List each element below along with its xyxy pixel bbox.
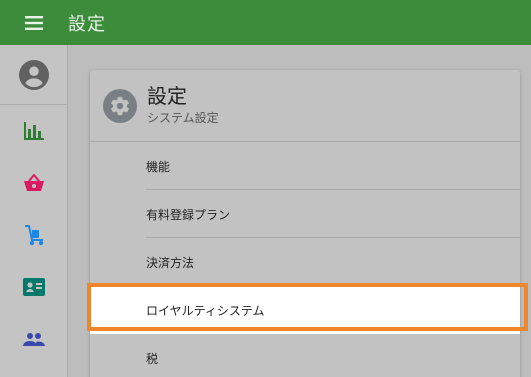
app-bar: 設定 bbox=[0, 0, 531, 45]
settings-item-label: ロイヤルティシステム bbox=[146, 303, 265, 318]
gear-avatar bbox=[103, 88, 137, 123]
app-title: 設定 bbox=[68, 13, 106, 35]
settings-card: 設定 システム設定 機能 有料登録プラン 決済方法 ロイヤルティシステム 税 bbox=[90, 70, 520, 377]
settings-item-loyalty-system[interactable]: ロイヤルティシステム bbox=[90, 286, 520, 334]
settings-item-label: 有料登録プラン bbox=[146, 207, 231, 222]
hand-truck-icon bbox=[24, 225, 43, 246]
menu-icon bbox=[25, 15, 43, 30]
sidebar-item-account[interactable] bbox=[0, 45, 67, 105]
basket-icon bbox=[23, 174, 44, 191]
settings-item-label: 決済方法 bbox=[146, 255, 195, 270]
sidebar bbox=[0, 45, 68, 377]
bar-chart-icon bbox=[23, 122, 44, 140]
settings-item-tax[interactable]: 税 bbox=[90, 334, 520, 377]
settings-item-payment-methods[interactable]: 決済方法 bbox=[90, 238, 520, 286]
sidebar-item-staff[interactable] bbox=[0, 313, 67, 365]
sidebar-item-reports[interactable] bbox=[0, 105, 67, 157]
settings-item-label: 機能 bbox=[146, 159, 171, 174]
people-icon bbox=[22, 333, 45, 346]
card-subtitle: システム設定 bbox=[147, 111, 219, 125]
account-circle-icon bbox=[18, 59, 49, 90]
settings-item-features[interactable]: 機能 bbox=[90, 142, 520, 190]
settings-item-label: 税 bbox=[146, 351, 159, 366]
menu-button[interactable] bbox=[0, 0, 68, 45]
sidebar-item-sales[interactable] bbox=[0, 157, 67, 209]
card-title: 設定 bbox=[147, 84, 187, 108]
id-card-icon bbox=[22, 278, 45, 296]
gear-icon bbox=[111, 96, 129, 115]
sidebar-item-customers[interactable] bbox=[0, 261, 67, 313]
main-content: 設定 システム設定 機能 有料登録プラン 決済方法 ロイヤルティシステム 税 bbox=[68, 45, 531, 377]
card-header: 設定 システム設定 bbox=[90, 70, 520, 142]
sidebar-item-delivery[interactable] bbox=[0, 209, 67, 261]
settings-item-paid-plan[interactable]: 有料登録プラン bbox=[90, 190, 520, 238]
